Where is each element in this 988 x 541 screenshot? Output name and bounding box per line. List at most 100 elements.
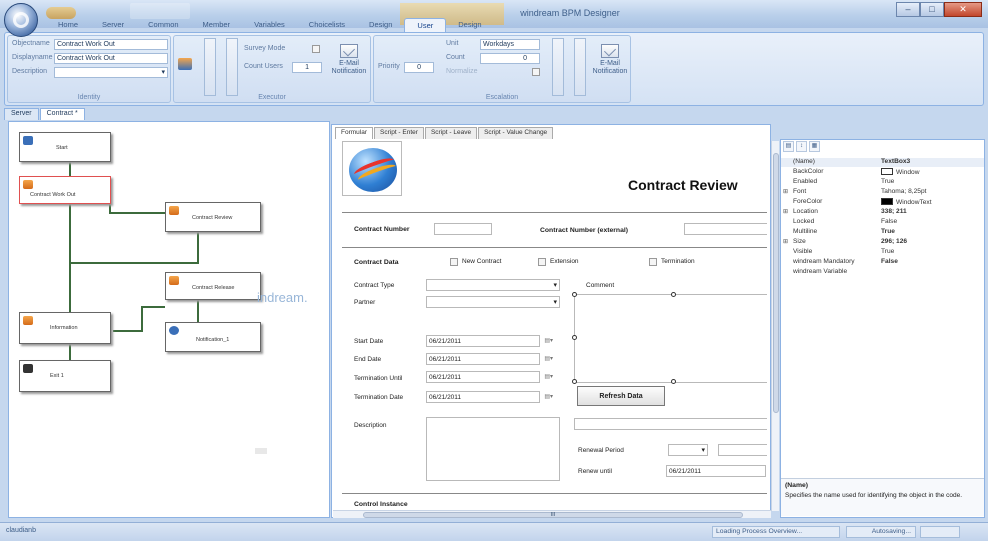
tab-home[interactable]: Home: [46, 18, 90, 32]
close-button[interactable]: ✕: [944, 2, 982, 17]
tab-formular[interactable]: Formular: [335, 127, 374, 139]
property-row[interactable]: ⊞ Location 338; 211: [781, 208, 984, 217]
property-row[interactable]: Enabled True: [781, 178, 984, 187]
tab-server[interactable]: Server: [90, 18, 136, 32]
escalation-move-buttons[interactable]: [552, 38, 564, 96]
description-textbox[interactable]: [426, 417, 560, 481]
priority-stepper[interactable]: 0: [404, 62, 434, 73]
comment-textbox[interactable]: [572, 292, 767, 384]
property-value[interactable]: True: [881, 248, 894, 255]
contract-number-field[interactable]: [434, 223, 492, 235]
property-row[interactable]: Locked False: [781, 218, 984, 227]
count-users-stepper[interactable]: 1: [292, 62, 322, 73]
tab-script-value-change[interactable]: Script - Value Change: [478, 127, 554, 139]
resize-handle[interactable]: [671, 292, 676, 297]
extension-checkbox[interactable]: [538, 258, 546, 266]
property-value[interactable]: False: [881, 258, 898, 265]
escalation-email-button[interactable]: E-Mail Notification: [590, 44, 630, 76]
tab-script-leave[interactable]: Script - Leave: [424, 127, 478, 139]
property-row[interactable]: windream Variable: [781, 268, 984, 277]
workflow-node-exit[interactable]: Exit 1: [19, 360, 111, 392]
expand-icon[interactable]: ⊞: [783, 238, 788, 245]
alphabetical-icon[interactable]: ↕: [796, 141, 807, 152]
objectname-field[interactable]: Contract Work Out: [54, 39, 168, 50]
new-contract-checkbox[interactable]: [450, 258, 458, 266]
vertical-scrollbar[interactable]: [771, 141, 779, 511]
users-icon[interactable]: [178, 58, 192, 70]
property-value[interactable]: True: [881, 228, 895, 235]
survey-mode-checkbox[interactable]: [312, 45, 320, 53]
property-row[interactable]: ⊞ Font Tahoma; 8,25pt: [781, 188, 984, 197]
tab-contract-doc[interactable]: Contract *: [39, 108, 85, 120]
horizontal-scrollbar[interactable]: III: [333, 510, 771, 518]
displayname-field[interactable]: Contract Work Out: [54, 53, 168, 64]
contract-type-select[interactable]: [426, 279, 560, 291]
application-menu-button[interactable]: [4, 3, 38, 37]
move-buttons[interactable]: [204, 38, 216, 96]
property-row[interactable]: ⊞ Size 296; 126: [781, 238, 984, 247]
renewal-info-field[interactable]: [574, 418, 767, 430]
workflow-canvas[interactable]: Start Contract Work Out Contract Review …: [8, 121, 330, 518]
unit-select[interactable]: Workdays: [480, 39, 540, 50]
categorized-icon[interactable]: ▤: [783, 141, 794, 152]
scroll-thumb[interactable]: [773, 153, 779, 413]
workflow-node-contract-review[interactable]: Contract Review: [165, 202, 261, 232]
property-value[interactable]: 338; 211: [881, 208, 907, 215]
termination-date-picker[interactable]: 06/21/2011: [426, 391, 553, 403]
expand-icon[interactable]: ⊞: [783, 188, 788, 195]
contract-number-external-field[interactable]: [684, 223, 767, 235]
property-value[interactable]: Window: [881, 168, 919, 176]
property-value[interactable]: False: [881, 218, 897, 225]
property-value[interactable]: 296; 126: [881, 238, 907, 245]
property-value[interactable]: Tahoma; 8,25pt: [881, 188, 926, 195]
refresh-data-button[interactable]: Refresh Data: [577, 386, 665, 406]
resize-handle[interactable]: [572, 379, 577, 384]
minimize-button[interactable]: –: [896, 2, 920, 17]
property-row[interactable]: Visible True: [781, 248, 984, 257]
partner-select[interactable]: [426, 296, 560, 308]
executor-email-button[interactable]: E-Mail Notification: [330, 44, 368, 76]
workflow-node-contract-release[interactable]: Contract Release: [165, 272, 261, 300]
renewal-period-value[interactable]: [718, 444, 767, 456]
list-box[interactable]: [226, 38, 238, 96]
property-value[interactable]: True: [881, 178, 894, 185]
workflow-node-information[interactable]: Information: [19, 312, 111, 344]
renewal-period-select[interactable]: [668, 444, 708, 456]
workflow-node-contract-work-out[interactable]: Contract Work Out: [19, 176, 111, 204]
termination-checkbox[interactable]: [649, 258, 657, 266]
tab-user[interactable]: User: [404, 18, 447, 32]
property-value[interactable]: TextBox3: [881, 158, 910, 165]
description-field[interactable]: ▾: [54, 67, 168, 78]
escalation-list-box[interactable]: [574, 38, 586, 96]
maximize-button[interactable]: □: [920, 2, 944, 17]
property-value[interactable]: WindowText: [881, 198, 932, 206]
end-date-picker[interactable]: 06/21/2011: [426, 353, 553, 365]
tab-member[interactable]: Member: [191, 18, 243, 32]
expand-icon[interactable]: ⊞: [783, 208, 788, 215]
form-canvas[interactable]: Contract Review Contract Number Contract…: [342, 141, 767, 510]
tab-form-design[interactable]: Design: [446, 18, 493, 32]
property-row[interactable]: Multiline True: [781, 228, 984, 237]
tab-script-enter[interactable]: Script - Enter: [374, 127, 424, 139]
tab-variables[interactable]: Variables: [242, 18, 297, 32]
count-stepper[interactable]: 0: [480, 53, 540, 64]
property-row[interactable]: windream Mandatory False: [781, 258, 984, 267]
normalize-checkbox[interactable]: [532, 68, 540, 76]
property-row[interactable]: BackColor Window: [781, 168, 984, 177]
tab-design[interactable]: Design: [357, 18, 404, 32]
tab-server-doc[interactable]: Server: [4, 108, 39, 120]
tab-choicelists[interactable]: Choicelists: [297, 18, 357, 32]
renew-until-picker[interactable]: 06/21/2011: [666, 465, 766, 477]
resize-handle[interactable]: [572, 292, 577, 297]
workflow-node-start[interactable]: Start: [19, 132, 111, 162]
workflow-node-notification[interactable]: Notification_1: [165, 322, 261, 352]
resize-handle[interactable]: [671, 379, 676, 384]
termination-until-picker[interactable]: 06/21/2011: [426, 371, 553, 383]
property-row[interactable]: ForeColor WindowText: [781, 198, 984, 207]
resize-handle[interactable]: [572, 335, 577, 340]
properties-icon[interactable]: ▦: [809, 141, 820, 152]
start-date-picker[interactable]: 06/21/2011: [426, 335, 553, 347]
tab-common[interactable]: Common: [136, 18, 190, 32]
scroll-thumb[interactable]: III: [363, 512, 743, 518]
property-row[interactable]: (Name) TextBox3: [781, 158, 984, 167]
